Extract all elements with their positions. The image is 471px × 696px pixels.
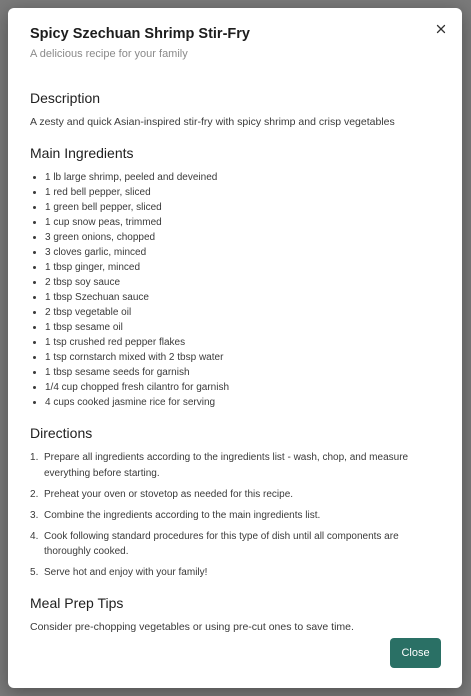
tips-text: Consider pre-chopping vegetables or usin…: [30, 620, 354, 633]
ingredient-item: 1 red bell pepper, sliced: [33, 185, 440, 200]
ingredients-list: 1 lb large shrimp, peeled and deveined 1…: [30, 170, 440, 410]
direction-step: Serve hot and enjoy with your family!: [30, 565, 208, 580]
direction-step: Combine the ingredients according to the…: [30, 508, 321, 523]
ingredient-item: 1 lb large shrimp, peeled and deveined: [33, 170, 440, 185]
description-heading: Description: [30, 90, 101, 106]
recipe-modal: Spicy Szechuan Shrimp Stir-Fry A delicio…: [8, 8, 462, 688]
ingredient-item: 3 cloves garlic, minced: [33, 245, 440, 260]
ingredient-item: 3 green onions, chopped: [33, 230, 440, 245]
direction-step: Preheat your oven or stovetop as needed …: [30, 487, 294, 502]
ingredient-item: 1 tbsp ginger, minced: [33, 260, 440, 275]
ingredient-item: 1 tsp cornstarch mixed with 2 tbsp water: [33, 350, 440, 365]
ingredient-item: 1 green bell pepper, sliced: [33, 200, 440, 215]
modal-title: Spicy Szechuan Shrimp Stir-Fry: [30, 26, 250, 42]
ingredient-item: 4 cups cooked jasmine rice for serving: [33, 395, 440, 410]
directions-list: Prepare all ingredients according to the…: [30, 450, 440, 581]
ingredient-item: 1 tbsp sesame seeds for garnish: [33, 365, 440, 380]
ingredient-item: 1 tbsp sesame oil: [33, 320, 440, 335]
close-button[interactable]: Close: [390, 638, 441, 668]
directions-heading: Directions: [30, 425, 93, 441]
ingredient-item: 1 tbsp Szechuan sauce: [33, 290, 440, 305]
ingredients-heading: Main Ingredients: [30, 145, 134, 161]
direction-step: Cook following standard procedures for t…: [30, 529, 399, 558]
modal-subtitle: A delicious recipe for your family: [30, 48, 188, 60]
ingredient-item: 2 tbsp vegetable oil: [33, 305, 440, 320]
tips-heading: Meal Prep Tips: [30, 594, 124, 611]
ingredient-item: 2 tbsp soy sauce: [33, 275, 440, 290]
ingredient-item: 1/4 cup chopped fresh cilantro for garni…: [33, 380, 440, 395]
description-text: A zesty and quick Asian-inspired stir-fr…: [30, 116, 395, 128]
ingredient-item: 1 tsp crushed red pepper flakes: [33, 335, 440, 350]
direction-step: Prepare all ingredients according to the…: [30, 450, 409, 479]
close-icon[interactable]: [434, 22, 448, 36]
ingredient-item: 1 cup snow peas, trimmed: [33, 215, 440, 230]
